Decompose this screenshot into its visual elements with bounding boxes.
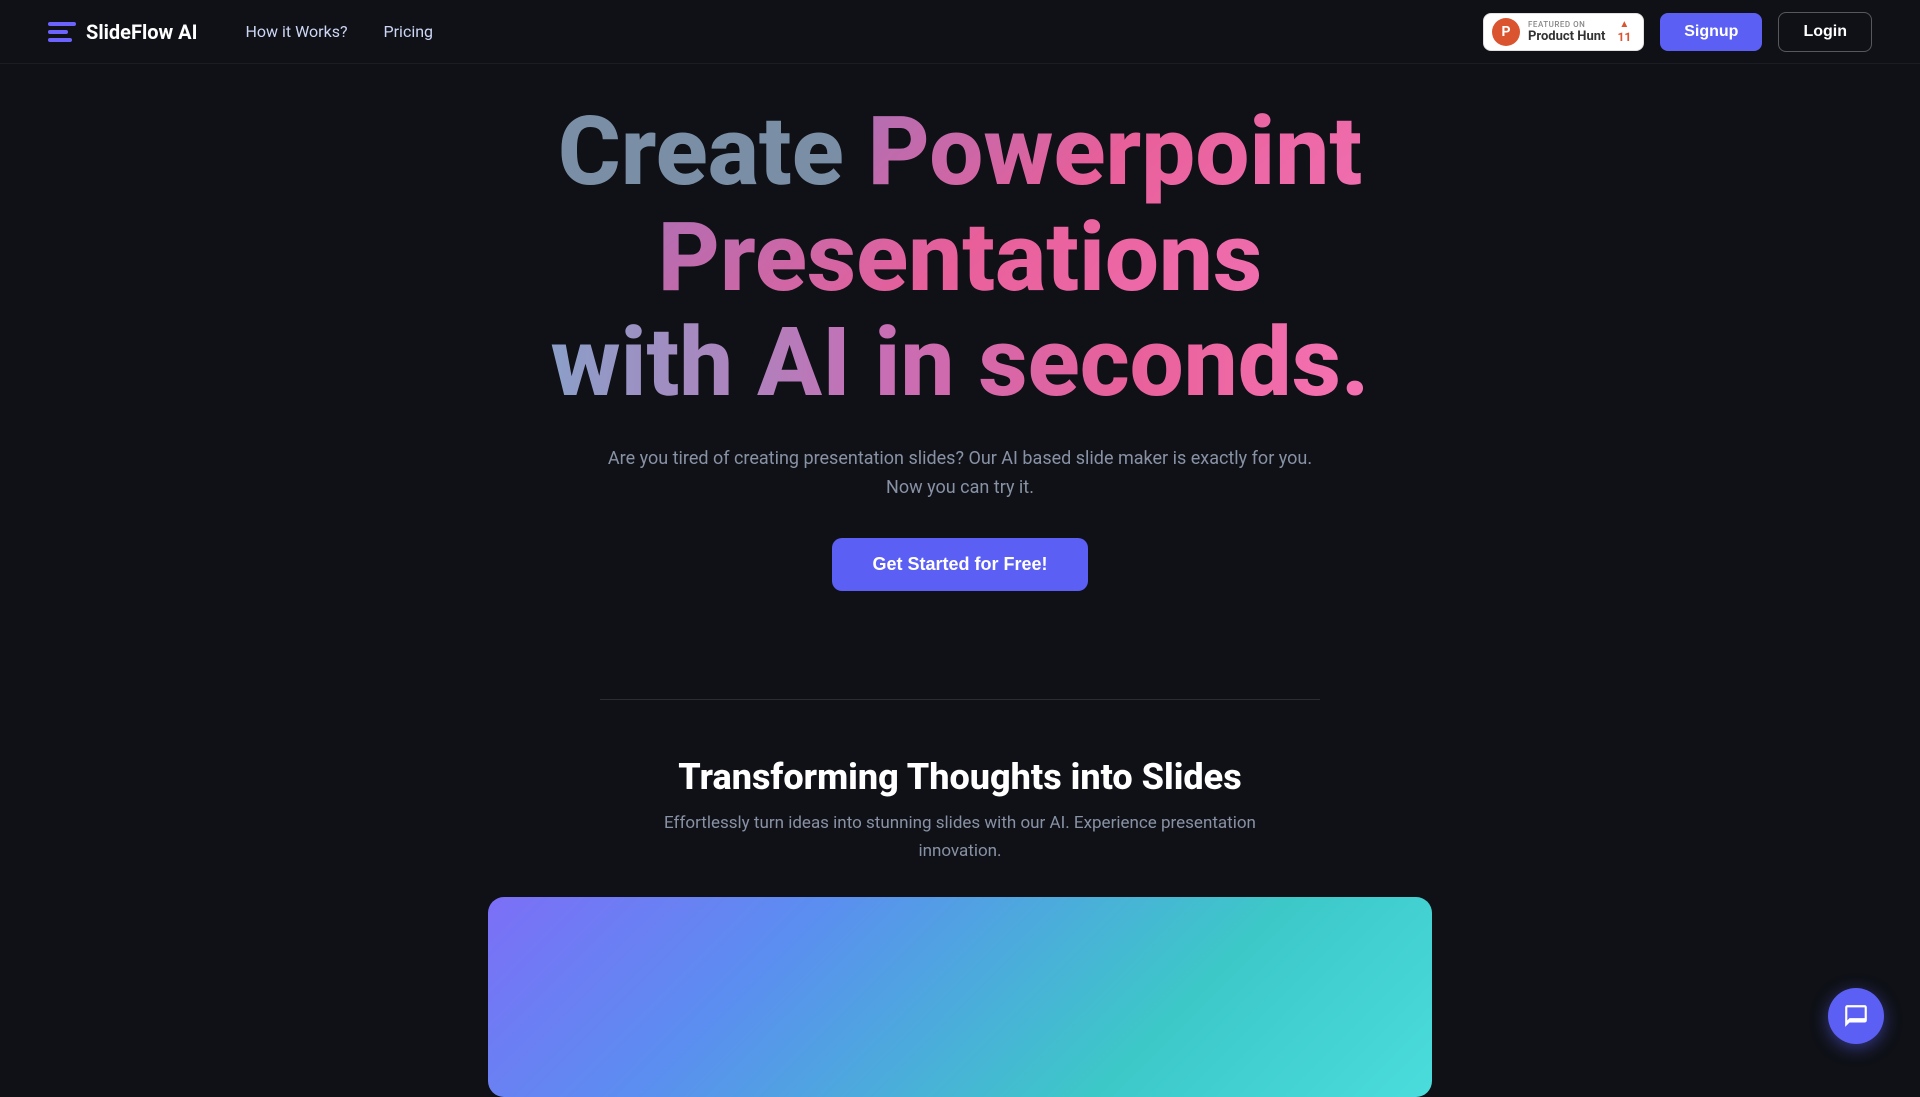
login-button[interactable]: Login bbox=[1778, 12, 1872, 52]
logo-group[interactable]: SlideFlow AI bbox=[48, 20, 197, 44]
preview-card bbox=[488, 897, 1432, 1097]
navbar-left: SlideFlow AI How it Works? Pricing bbox=[48, 20, 433, 44]
product-hunt-text: FEATURED ON Product Hunt bbox=[1528, 20, 1605, 44]
navbar: SlideFlow AI How it Works? Pricing P FEA… bbox=[0, 0, 1920, 64]
nav-pricing[interactable]: Pricing bbox=[384, 22, 434, 41]
transforming-section: Transforming Thoughts into Slides Effort… bbox=[0, 756, 1920, 1096]
ph-name: Product Hunt bbox=[1528, 29, 1605, 44]
product-hunt-logo: P bbox=[1492, 18, 1520, 46]
hero-title: Create Powerpoint Presentations with AI … bbox=[551, 100, 1370, 417]
ph-arrow-icon: ▲ bbox=[1619, 19, 1629, 30]
chat-icon bbox=[1843, 1003, 1869, 1029]
hero-subtitle: Are you tired of creating presentation s… bbox=[600, 445, 1320, 503]
hero-title-create: Create bbox=[558, 96, 844, 208]
transforming-subtitle: Effortlessly turn ideas into stunning sl… bbox=[660, 810, 1260, 864]
signup-button[interactable]: Signup bbox=[1660, 13, 1762, 51]
navbar-right: P FEATURED ON Product Hunt ▲ 11 Signup L… bbox=[1483, 12, 1872, 52]
cta-button[interactable]: Get Started for Free! bbox=[832, 538, 1087, 591]
product-hunt-badge[interactable]: P FEATURED ON Product Hunt ▲ 11 bbox=[1483, 13, 1644, 51]
hero-title-ai-seconds: with AI in seconds. bbox=[551, 307, 1370, 419]
section-divider bbox=[600, 699, 1320, 700]
ph-votes: ▲ 11 bbox=[1617, 19, 1631, 44]
ph-count: 11 bbox=[1617, 30, 1631, 44]
hero-section: Create Powerpoint Presentations with AI … bbox=[0, 0, 1920, 651]
hero-title-presentations: Presentations bbox=[658, 202, 1263, 314]
transforming-title: Transforming Thoughts into Slides bbox=[678, 756, 1241, 798]
hero-title-powerpoint: Powerpoint bbox=[868, 96, 1362, 208]
logo-text: SlideFlow AI bbox=[86, 20, 197, 44]
logo-icon bbox=[48, 22, 76, 42]
ph-featured-label: FEATURED ON bbox=[1528, 20, 1605, 29]
nav-links: How it Works? Pricing bbox=[245, 22, 433, 41]
chat-button[interactable] bbox=[1828, 988, 1884, 1044]
nav-how-it-works[interactable]: How it Works? bbox=[245, 22, 347, 41]
